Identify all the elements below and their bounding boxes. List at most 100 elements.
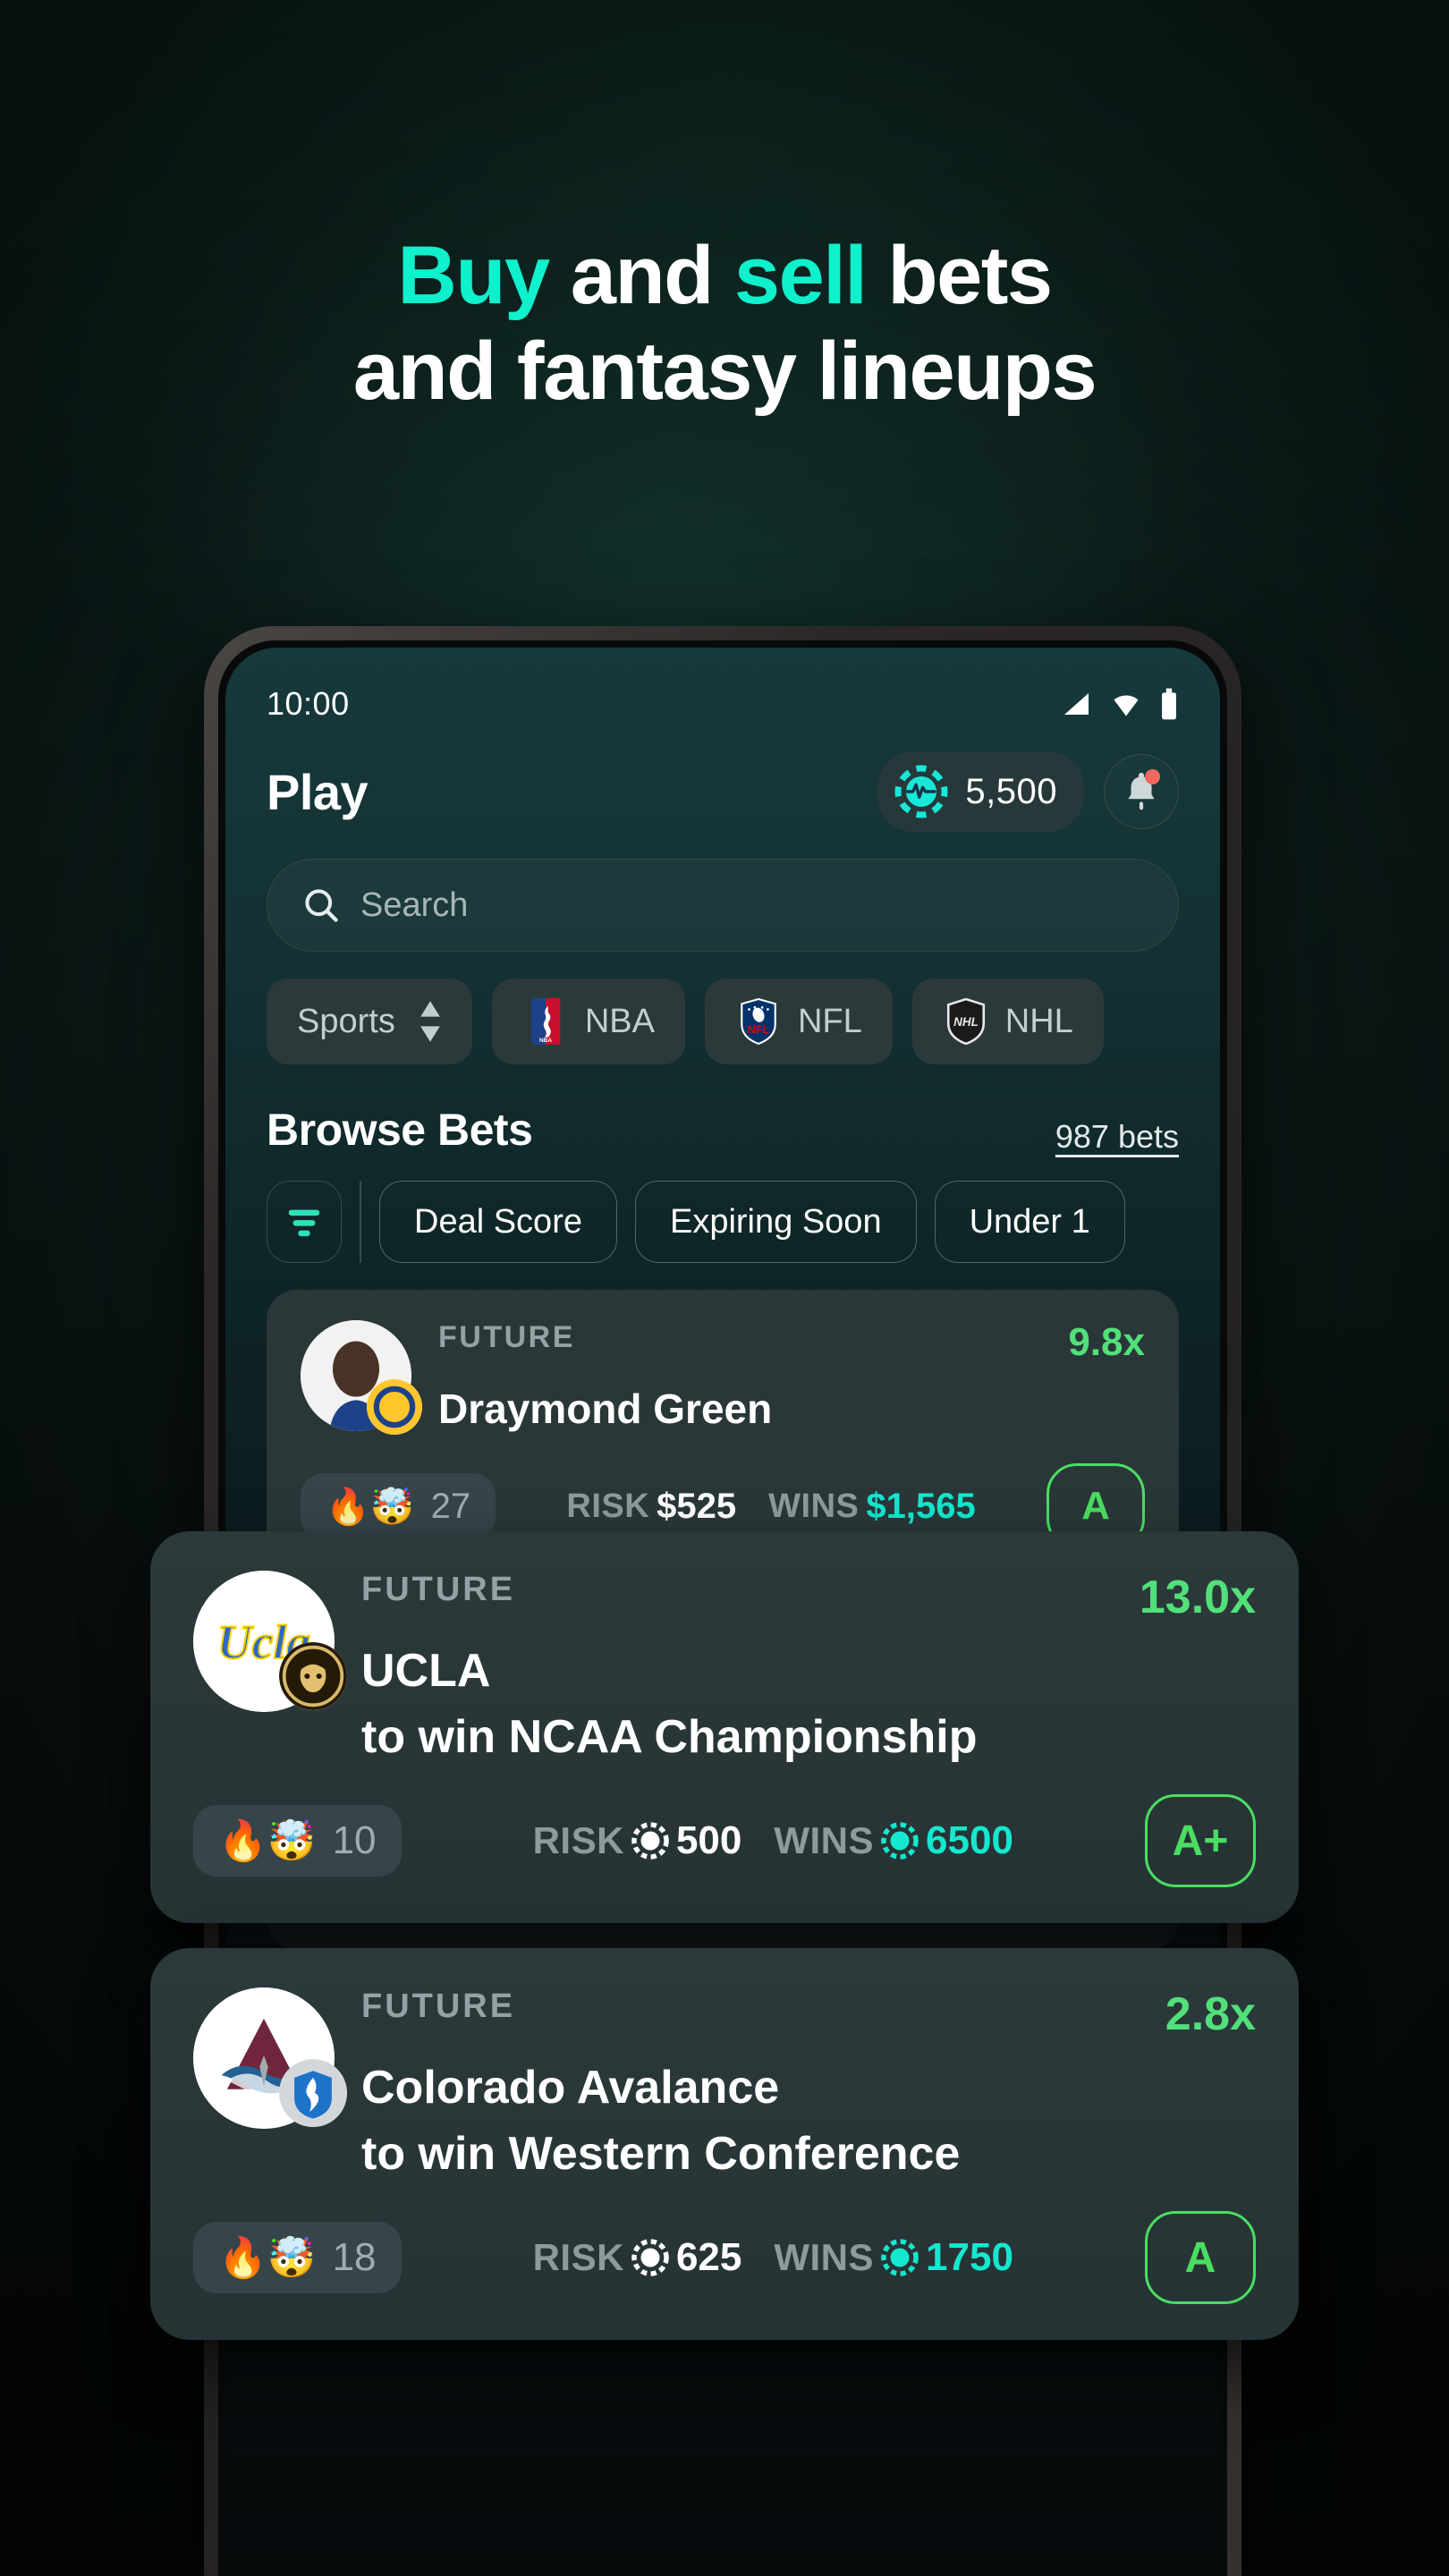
bets-count-link[interactable]: 987 bets	[1055, 1118, 1179, 1156]
featured-bet-card-colorado[interactable]: FUTURE 2.8x Colorado Avalance to win Wes…	[150, 1948, 1299, 2340]
risk-group: RISK 500	[533, 1818, 742, 1863]
sort-filter-row: Deal Score Expiring Soon Under 1	[225, 1156, 1220, 1263]
search-input[interactable]: Search	[267, 859, 1179, 952]
bet-card-main: FUTURE 2.8x Colorado Avalance to win Wes…	[361, 1987, 1256, 2181]
reaction-emojis: 🔥🤯	[218, 2236, 317, 2280]
bet-team-name: Draymond Green	[438, 1385, 773, 1432]
league-chip-nba-label: NBA	[584, 1002, 655, 1040]
svg-text:NBA: NBA	[539, 1038, 552, 1044]
risk-value: 500	[675, 1818, 742, 1862]
bet-card-row-1: FUTURE 2.8x	[361, 1987, 1256, 2041]
grade-badge: A+	[1144, 1794, 1256, 1887]
nba-logo: NBA	[530, 998, 561, 1045]
sports-dropdown-chip[interactable]: Sports	[267, 979, 472, 1064]
filter-divider	[360, 1181, 361, 1263]
wins-group: WINS $1,565	[768, 1487, 976, 1527]
browse-bets-header: Browse Bets 987 bets	[225, 1064, 1220, 1156]
bet-card-row-1: FUTURE 13.0x	[361, 1571, 1256, 1624]
bet-multiplier: 2.8x	[1165, 1988, 1256, 2040]
bet-card-top: FUTURE 2.8x Colorado Avalance to win Wes…	[193, 1987, 1256, 2181]
bet-description: to win Western Conference	[361, 2128, 961, 2180]
headline-line-1: Buy and sell bets	[0, 228, 1449, 324]
browse-bets-title: Browse Bets	[267, 1105, 533, 1155]
headline-line-2: and fantasy lineups	[352, 325, 1097, 417]
stepper-icon	[419, 1001, 442, 1042]
bet-card-bottom: 🔥🤯 18 RISK 625 WINS 1750 A	[193, 2211, 1256, 2304]
filter-chip-under[interactable]: Under 1	[934, 1181, 1125, 1263]
reaction-emojis: 🔥🤯	[218, 1819, 317, 1863]
filter-chip-deal-score[interactable]: Deal Score	[379, 1181, 617, 1263]
league-chip-nhl[interactable]: NHL NHL	[911, 979, 1104, 1064]
bet-card-main: FUTURE 13.0x UCLA to win NCAA Championsh…	[361, 1571, 1256, 1764]
risk-label: RISK	[532, 1819, 624, 1861]
page-headline: Buy and sell bets and fantasy lineups	[0, 228, 1449, 419]
wins-label: WINS	[774, 2236, 875, 2278]
league-filter-row: Sports NBA NBA NFL NFL NHL NHL	[225, 952, 1220, 1064]
status-icons	[1057, 687, 1179, 721]
risk-value: 625	[675, 2235, 742, 2279]
bet-description: to win NCAA Championship	[361, 1711, 978, 1763]
header-actions: 5,500	[877, 751, 1179, 832]
coin-icon	[631, 1822, 669, 1860]
status-bar: 10:00	[225, 648, 1220, 730]
coin-balance-chip[interactable]: 5,500	[877, 751, 1084, 832]
league-chip-nba[interactable]: NBA NBA	[491, 979, 685, 1064]
bet-logo-stack	[301, 1320, 422, 1435]
risk-wins-group: RISK $525 WINS $1,565	[566, 1487, 975, 1527]
risk-label: RISK	[566, 1487, 650, 1525]
bet-card-top: Ucla FUTURE 13.0x UCLA to win NCAA Champ…	[193, 1571, 1256, 1764]
nhl-shield-logo	[279, 2059, 347, 2127]
bet-kind-label: FUTURE	[361, 1571, 516, 1608]
risk-wins-group: RISK 500 WINS 6500	[533, 1818, 1013, 1863]
nhl-logo: NHL	[946, 998, 985, 1045]
wins-value: 6500	[926, 1818, 1013, 1862]
reaction-pill[interactable]: 🔥🤯 10	[193, 1805, 402, 1877]
bet-card-top: FUTURE 9.8x Draymond Green	[301, 1320, 1145, 1435]
coin-icon	[894, 765, 948, 818]
league-chip-nfl-label: NFL	[797, 1002, 862, 1040]
headline-accent-buy: Buy	[397, 230, 550, 321]
warriors-logo	[367, 1379, 422, 1435]
league-chip-nfl[interactable]: NFL NFL	[704, 979, 893, 1064]
coin-icon	[881, 1822, 919, 1860]
risk-value: $525	[657, 1486, 737, 1526]
reaction-emojis: 🔥🤯	[326, 1487, 415, 1527]
coin-icon	[881, 2239, 919, 2276]
featured-bet-card-ucla[interactable]: Ucla FUTURE 13.0x UCLA to win NCAA Champ…	[150, 1531, 1299, 1923]
risk-label: RISK	[532, 2236, 624, 2278]
coin-icon	[631, 2239, 669, 2276]
wins-group: WINS 1750	[774, 2235, 1013, 2280]
page-title: Play	[267, 763, 369, 820]
reaction-count: 27	[430, 1486, 471, 1526]
bet-kind-label: FUTURE	[361, 1987, 516, 2025]
bet-logo-stack: Ucla	[193, 1571, 347, 1712]
status-time: 10:00	[267, 685, 350, 722]
signal-icon	[1064, 693, 1089, 715]
grade-badge: A	[1144, 2211, 1256, 2304]
coin-balance-value: 5,500	[965, 771, 1057, 811]
headline-and: and	[548, 230, 734, 321]
bet-card-bottom: 🔥🤯 10 RISK 500 WINS 6500 A+	[193, 1794, 1256, 1887]
league-chip-nhl-label: NHL	[1004, 1002, 1073, 1040]
search-icon	[305, 889, 338, 922]
risk-group: RISK $525	[566, 1487, 736, 1527]
wifi-icon	[1114, 695, 1139, 716]
notifications-button[interactable]	[1104, 754, 1179, 829]
wins-label: WINS	[774, 1819, 875, 1861]
app-header: Play 5,500	[225, 730, 1220, 832]
notification-badge-dot	[1145, 769, 1160, 784]
headline-accent-sell: sell	[733, 230, 868, 321]
svg-text:NFL: NFL	[748, 1024, 770, 1037]
risk-wins-group: RISK 625 WINS 1750	[533, 2235, 1013, 2280]
headline-bets: bets	[866, 230, 1053, 321]
bet-card-row-1: FUTURE 9.8x	[438, 1320, 1145, 1365]
wins-value: 1750	[926, 2235, 1013, 2279]
reaction-pill[interactable]: 🔥🤯 27	[301, 1472, 496, 1540]
wins-label: WINS	[768, 1487, 860, 1525]
filter-icon	[288, 1209, 320, 1237]
bet-logo-stack	[193, 1987, 347, 2129]
reaction-count: 18	[332, 2235, 377, 2279]
reaction-pill[interactable]: 🔥🤯 18	[193, 2222, 402, 2293]
filter-button[interactable]	[267, 1181, 342, 1263]
filter-chip-expiring-soon[interactable]: Expiring Soon	[634, 1181, 917, 1263]
